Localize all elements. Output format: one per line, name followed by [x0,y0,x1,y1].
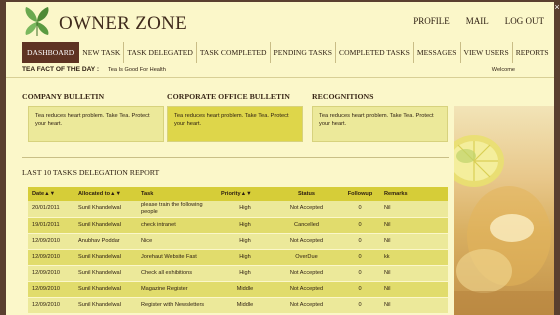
cell-followup: 0 [340,265,380,282]
cell-followup: 0 [340,297,380,314]
cell-followup: 0 [340,249,380,266]
delegation-report-table: Date▲▼ Allocated to▲▼ Task Priority▲▼ St… [28,187,448,314]
owner-zone-page: OWNER ZONE PROFILE MAIL LOG OUT DASHBOAR… [6,2,554,315]
cell-remarks: Nil [380,217,448,234]
nav-completed-tasks[interactable]: COMPLETED TASKS [336,42,414,63]
company-bulletin-box: Tea reduces heart problem. Take Tea. Pro… [28,106,164,142]
cell-allocated: Anubhav Poddar [74,233,137,250]
tea-fact-text: Tea Is Good For Health [108,67,166,73]
lemon-tea-illustration [454,135,554,315]
section-divider [22,157,449,158]
table-row: 12/09/2010 Anubhav Poddar Nice High Not … [28,233,448,250]
cell-task: Register with Newsletters [137,297,217,314]
nav-task-delegated[interactable]: TASK DELEGATED [124,42,197,63]
company-bulletin-title: COMPANY BULLETIN [22,92,105,101]
cell-allocated: Sunil Khandelwal [74,297,137,314]
tea-fact-bar: TEA FACT OF THE DAY : Tea Is Good For He… [6,65,554,78]
recognitions-box: Tea reduces heart problem. Take Tea. Pro… [312,106,448,142]
table-row: 19/01/2011 Sunil Khandelwal check intran… [28,217,448,234]
cell-task: please train the following people [137,201,217,218]
profile-link[interactable]: PROFILE [413,16,450,26]
table-row: 20/01/2011 Sunil Khandelwal please train… [28,201,448,218]
cell-status: Not Accepted [273,281,340,298]
cell-priority: Middle [217,281,273,298]
nav-new-task[interactable]: NEW TASK [79,42,125,63]
cell-task: Check all exhibitions [137,265,217,282]
corporate-bulletin-title: CORPORATE OFFICE BULLETIN [167,92,290,101]
logout-link[interactable]: LOG OUT [505,16,544,26]
cell-task: Jorehaut Website Fast [137,249,217,266]
cell-allocated: Sunil Khandelwal [74,201,137,218]
recognitions-title: RECOGNITIONS [312,92,374,101]
cell-date: 12/09/2010 [28,281,74,298]
col-followup: Followup [340,187,380,201]
cell-priority: High [217,233,273,250]
cell-task: Nice [137,233,217,250]
cell-status: Not Accepted [273,265,340,282]
nav-reports[interactable]: REPORTS [513,42,552,63]
cell-date: 12/09/2010 [28,297,74,314]
table-row: 12/09/2010 Sunil Khandelwal Magazine Reg… [28,281,448,298]
cell-date: 12/09/2010 [28,233,74,250]
tea-fact-title: TEA FACT OF THE DAY : [22,66,100,73]
cell-priority: High [217,217,273,234]
corporate-bulletin-box: Tea reduces heart problem. Take Tea. Pro… [167,106,303,142]
cell-task: check intranet [137,217,217,234]
cell-followup: 0 [340,233,380,250]
cell-task: Magazine Register [137,281,217,298]
table-row: 12/09/2010 Sunil Khandelwal Register wit… [28,297,448,314]
cell-priority: Middle [217,297,273,314]
welcome-text: Welcome [491,67,515,73]
col-allocated-to[interactable]: Allocated to▲▼ [74,187,137,201]
table-row: 12/09/2010 Sunil Khandelwal Check all ex… [28,265,448,282]
nav-dashboard[interactable]: DASHBOARD [22,42,80,63]
cell-status: Not Accepted [273,233,340,250]
table-row: 12/09/2010 Sunil Khandelwal Jorehaut Web… [28,249,448,266]
cell-date: 19/01/2011 [28,217,74,234]
col-status: Status [273,187,340,201]
nav-pending-tasks[interactable]: PENDING TASKS [271,42,337,63]
cell-followup: 0 [340,201,380,218]
table-header-row: Date▲▼ Allocated to▲▼ Task Priority▲▼ St… [28,187,448,201]
cell-allocated: Sunil Khandelwal [74,281,137,298]
cell-allocated: Sunil Khandelwal [74,265,137,282]
cell-date: 12/09/2010 [28,249,74,266]
header: OWNER ZONE PROFILE MAIL LOG OUT [6,2,554,42]
close-icon[interactable]: × [554,2,560,12]
top-links: PROFILE MAIL LOG OUT [413,16,544,26]
cell-status: Not Accepted [273,297,340,314]
main-nav: DASHBOARD NEW TASK TASK DELEGATED TASK C… [22,42,552,63]
col-remarks: Remarks [380,187,448,201]
nav-messages[interactable]: MESSAGES [414,42,461,63]
cell-date: 12/09/2010 [28,265,74,282]
brand-title: OWNER ZONE [59,13,188,34]
col-date[interactable]: Date▲▼ [28,187,74,201]
cell-remarks: Nil [380,265,448,282]
cell-remarks: Nil [380,201,448,218]
cell-status: Not Accepted [273,201,340,218]
cell-status: Cancelled [273,217,340,234]
lemon-tea-photo [454,106,554,315]
nav-view-users[interactable]: VIEW USERS [461,42,513,63]
cell-priority: High [217,201,273,218]
cell-priority: High [217,265,273,282]
cell-allocated: Sunil Khandelwal [74,249,137,266]
cell-remarks: Nil [380,281,448,298]
tea-leaf-logo-icon [25,7,49,36]
mail-link[interactable]: MAIL [466,16,489,26]
report-title: LAST 10 TASKS DELEGATION REPORT [22,168,160,177]
cell-followup: 0 [340,281,380,298]
cell-allocated: Sunil Khandelwal [74,217,137,234]
cell-date: 20/01/2011 [28,201,74,218]
col-priority[interactable]: Priority▲▼ [217,187,273,201]
col-task: Task [137,187,217,201]
cell-remarks: Nil [380,233,448,250]
cell-remarks: Nil [380,297,448,314]
cell-status: OverDue [273,249,340,266]
cell-priority: High [217,249,273,266]
nav-task-completed[interactable]: TASK COMPLETED [197,42,271,63]
cell-remarks: kk [380,249,448,266]
cell-followup: 0 [340,217,380,234]
